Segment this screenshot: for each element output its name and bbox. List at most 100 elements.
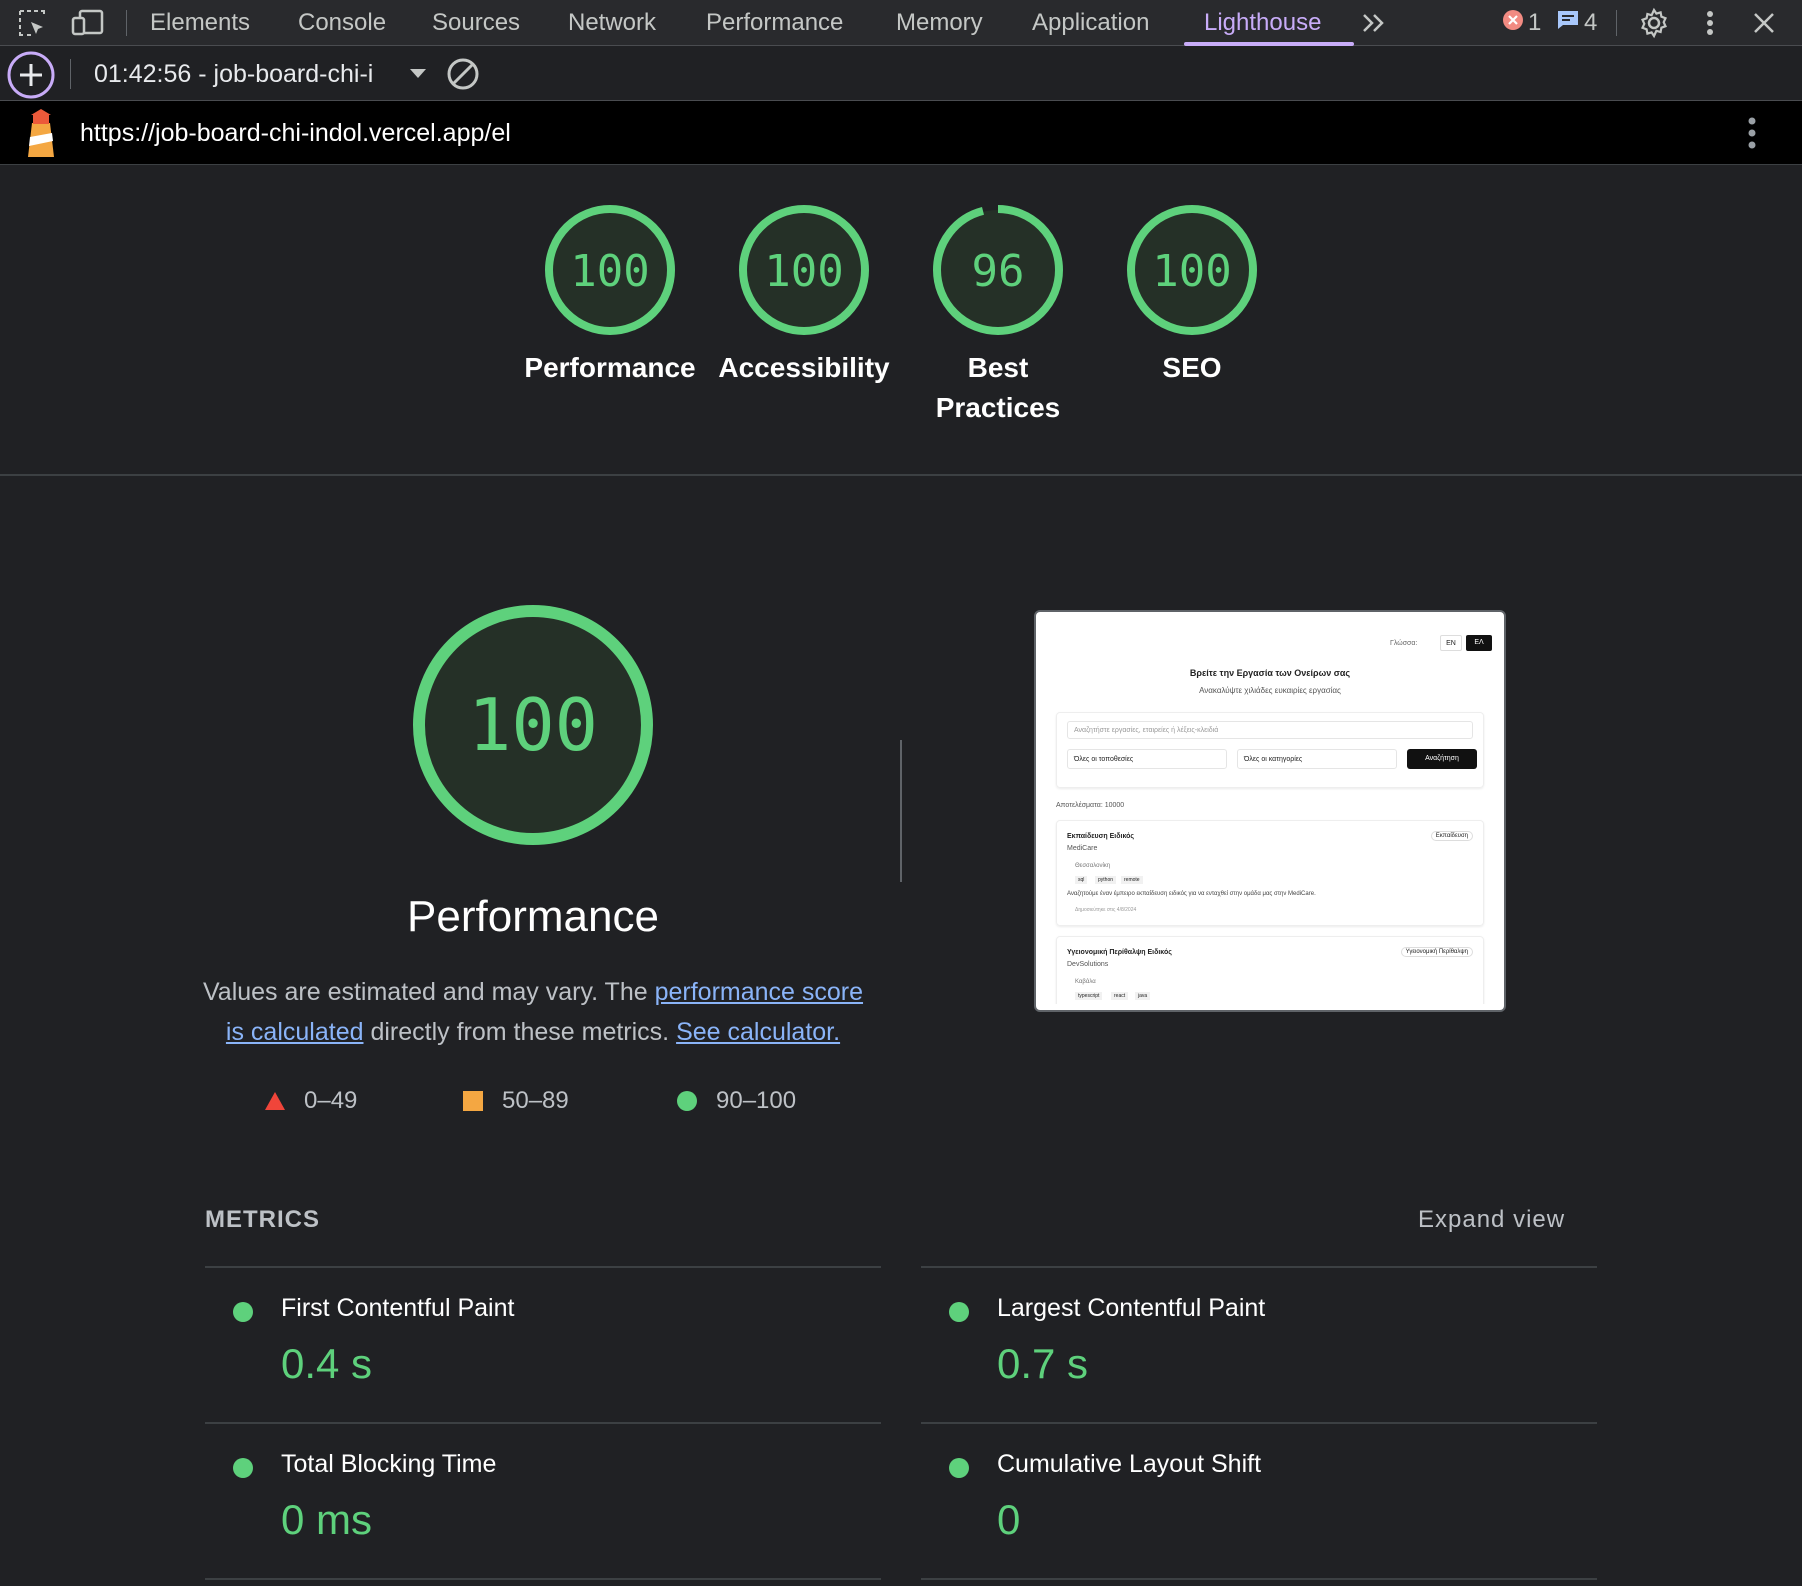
- metric-largest-contentful-paint: Largest Contentful Paint 0.7 s: [921, 1268, 1597, 1424]
- gauge-ring: 96: [933, 205, 1063, 335]
- gauge-performance[interactable]: 100 Performance: [510, 204, 710, 388]
- new-report-icon[interactable]: [6, 50, 56, 105]
- screenshot-lang-label: Γλώσσα:: [1390, 640, 1418, 647]
- job-company: DevSolutions: [1067, 961, 1109, 968]
- tab-network[interactable]: Network: [568, 0, 656, 46]
- average-square-icon: [463, 1091, 483, 1111]
- performance-title: Performance: [407, 892, 659, 941]
- gauge-ring: 100: [739, 205, 869, 335]
- lighthouse-toolbar: 01:42:56 - job-board-chi-i: [0, 47, 1802, 101]
- screenshot-search-input: Αναζητήστε εργασίες, εταιρείες ή λέξεις-…: [1067, 721, 1473, 739]
- performance-score: 100: [468, 683, 598, 767]
- message-count-badge[interactable]: 4: [1556, 0, 1597, 46]
- performance-score-link[interactable]: performance score: [655, 978, 863, 1006]
- gauge-label: Best Practices: [935, 352, 1061, 423]
- report-menu-icon[interactable]: [1748, 117, 1756, 154]
- tab-memory[interactable]: Memory: [896, 0, 983, 46]
- active-tab-indicator: [1184, 42, 1354, 46]
- fail-triangle-icon: [265, 1092, 285, 1110]
- gauge-label: SEO: [1162, 352, 1222, 383]
- job-tag: remote: [1121, 876, 1143, 884]
- metric-value: 0.7 s: [997, 1340, 1089, 1387]
- tab-application[interactable]: Application: [1032, 0, 1149, 46]
- pass-circle-icon: [677, 1091, 697, 1111]
- legend-fail: 0–49: [264, 1086, 357, 1116]
- screenshot-search-button: Αναζήτηση: [1407, 749, 1477, 769]
- job-date: Δημοσιεύτηκε στις 4/8/2024: [1075, 907, 1137, 913]
- job-category: Υγειονομική Περίθαλψη: [1400, 947, 1473, 957]
- job-tag: java: [1135, 992, 1151, 1000]
- gauge-seo[interactable]: 100 SEO: [1092, 204, 1292, 388]
- job-tag: sql: [1075, 876, 1088, 884]
- tab-sources[interactable]: Sources: [432, 0, 520, 46]
- kebab-menu-icon[interactable]: [1690, 0, 1730, 46]
- lighthouse-logo-icon: [24, 109, 58, 164]
- metric-name: First Contentful Paint: [281, 1294, 515, 1322]
- gauge-accessibility[interactable]: 100 Accessibility: [704, 204, 904, 388]
- performance-gauge-large: 100: [410, 602, 656, 853]
- metric-name: Largest Contentful Paint: [997, 1294, 1266, 1322]
- screenshot-heading: Βρείτε την Εργασία των Ονείρων σας: [1189, 668, 1351, 678]
- tab-performance[interactable]: Performance: [706, 0, 843, 46]
- message-count: 4: [1584, 9, 1598, 36]
- clear-icon[interactable]: [446, 57, 480, 96]
- see-calculator-link[interactable]: See calculator.: [676, 1018, 840, 1046]
- message-icon: [1556, 9, 1580, 38]
- screenshot-subheading: Ανακαλύψτε χιλιάδες ευκαιρίες εργασίας: [1199, 686, 1341, 695]
- expand-view-toggle[interactable]: Expand view: [1418, 1206, 1565, 1234]
- job-category: Εκπαίδευση: [1430, 831, 1473, 841]
- job-location: Καβάλα: [1075, 979, 1096, 985]
- gauge-label: Accessibility: [718, 352, 890, 383]
- metric-divider: [205, 1578, 881, 1580]
- error-icon: [1502, 9, 1524, 38]
- screenshot-job-card: Υγειονομική Περίθαλψη Ειδικός DevSolutio…: [1056, 936, 1484, 1004]
- screenshot-page: Γλώσσα: EN ΕΛ Βρείτε την Εργασία των Ονε…: [1044, 620, 1496, 1004]
- error-count: 1: [1528, 9, 1542, 36]
- gauge-best-practices[interactable]: 96 Best Practices: [898, 204, 1098, 428]
- inspect-element-icon[interactable]: [12, 0, 52, 46]
- pass-circle-icon: [233, 1458, 253, 1478]
- final-screenshot[interactable]: Γλώσσα: EN ΕΛ Βρείτε την Εργασία των Ονε…: [1034, 610, 1506, 1012]
- job-tag: typescript: [1075, 992, 1103, 1000]
- gauge-score: 100: [570, 246, 649, 297]
- metric-divider: [921, 1578, 1597, 1580]
- metric-value: 0 ms: [281, 1496, 373, 1543]
- more-tabs-icon[interactable]: [1354, 0, 1394, 46]
- tab-lighthouse[interactable]: Lighthouse: [1204, 0, 1321, 46]
- gauge-score: 96: [972, 246, 1025, 297]
- report-url[interactable]: https://job-board-chi-indol.vercel.app/e…: [80, 101, 511, 165]
- report-select[interactable]: 01:42:56 - job-board-chi-i: [94, 47, 373, 101]
- gauge-ring: 100: [545, 205, 675, 335]
- metric-name: Cumulative Layout Shift: [997, 1450, 1262, 1478]
- settings-icon[interactable]: [1634, 0, 1674, 46]
- devtools-tab-bar: Elements Console Sources Network Perform…: [0, 0, 1802, 46]
- report-url-bar: https://job-board-chi-indol.vercel.app/e…: [0, 101, 1802, 165]
- screenshot-job-card: Εκπαίδευση Ειδικός MediCare Εκπαίδευση Θ…: [1056, 820, 1484, 926]
- tab-elements[interactable]: Elements: [150, 0, 250, 46]
- job-title: Εκπαίδευση Ειδικός: [1067, 833, 1135, 840]
- device-toolbar-icon[interactable]: [68, 0, 108, 46]
- section-divider: [0, 474, 1802, 476]
- performance-description: Values are estimated and may vary. The p…: [202, 978, 864, 1046]
- close-icon[interactable]: [1744, 0, 1784, 46]
- gauge-ring: 100: [1127, 205, 1257, 335]
- metric-total-blocking-time: Total Blocking Time 0 ms: [205, 1424, 881, 1580]
- dropdown-caret-icon[interactable]: [410, 69, 426, 78]
- job-location: Θεσσαλονίκη: [1075, 863, 1111, 869]
- metric-cumulative-layout-shift: Cumulative Layout Shift 0: [921, 1424, 1597, 1580]
- screenshot-lang-el: ΕΛ: [1466, 635, 1492, 651]
- pass-circle-icon: [233, 1302, 253, 1322]
- error-count-badge[interactable]: 1: [1502, 0, 1541, 46]
- gauge-score: 100: [764, 246, 843, 297]
- legend-average: 50–89: [462, 1086, 569, 1116]
- gauge-score: 100: [1152, 246, 1231, 297]
- tab-console[interactable]: Console: [298, 0, 386, 46]
- job-tag: react: [1111, 992, 1129, 1000]
- screenshot-location-select: Όλες οι τοποθεσίες: [1067, 749, 1227, 769]
- job-tag: python: [1095, 876, 1117, 884]
- job-description: Αναζητούμε έναν έμπειρο εκπαίδευση ειδικ…: [1067, 891, 1316, 897]
- job-title: Υγειονομική Περίθαλψη Ειδικός: [1067, 949, 1172, 956]
- metric-value: 0: [997, 1496, 1021, 1543]
- performance-score-link-cont[interactable]: is calculated: [226, 1018, 364, 1046]
- legend-pass: 90–100: [676, 1086, 796, 1116]
